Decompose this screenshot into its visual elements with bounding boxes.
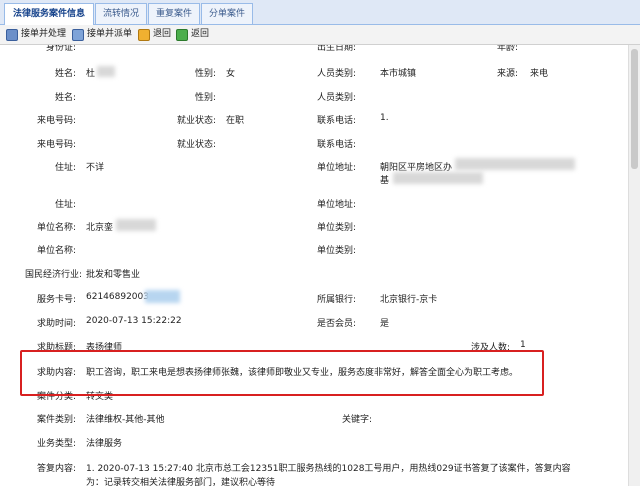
member-label: 是否会员: <box>316 319 356 329</box>
person-type-label: 人员类别: <box>316 69 356 79</box>
tab-split[interactable]: 分单案件 <box>201 3 253 24</box>
contact-phone-label-2: 联系电话: <box>316 140 356 150</box>
company-address-label: 单位地址: <box>316 163 356 173</box>
bank-value: 北京银行-京卡 <box>380 295 438 305</box>
name-label-2: 姓名: <box>54 93 76 103</box>
dispatch-icon <box>72 28 84 41</box>
document-icon <box>6 28 18 41</box>
return-icon <box>138 28 150 41</box>
redaction <box>145 290 180 303</box>
company-address-value-2: 基 <box>380 176 390 186</box>
age-label: 年龄: <box>496 45 518 53</box>
redaction <box>393 172 483 184</box>
accept-dispatch-label: 接单并派单 <box>87 29 133 39</box>
company-type-label-2: 单位类别: <box>316 246 356 256</box>
go-back-button[interactable]: 返回 <box>176 27 209 42</box>
tab-flow[interactable]: 流转情况 <box>95 3 147 24</box>
company-name-label: 单位名称: <box>36 223 76 233</box>
company-name-label-2: 单位名称: <box>36 246 76 256</box>
service-card-label: 服务卡号: <box>36 295 76 305</box>
employment-status-value: 在职 <box>226 116 245 126</box>
highlight-box <box>20 350 544 396</box>
case-type-label: 案件类别: <box>36 415 76 425</box>
birthdate-label: 出生日期: <box>316 45 356 53</box>
vertical-scrollbar[interactable] <box>628 45 640 486</box>
gender-label-2: 性别: <box>194 93 216 103</box>
reply-content-label: 答复内容: <box>36 464 76 474</box>
name-value: 杜 <box>86 69 96 79</box>
return-back-label: 退回 <box>153 29 172 39</box>
bank-label: 所属银行: <box>316 295 356 305</box>
reply-content-value-2: 为：记录转交相关法律服务部门，建议积心等待 <box>86 478 276 486</box>
contact-phone-value: 1. <box>380 113 389 123</box>
company-address-label-2: 单位地址: <box>316 200 356 210</box>
gender-value: 女 <box>226 69 236 79</box>
accept-dispatch-button[interactable]: 接单并派单 <box>72 27 132 42</box>
industry-label: 国民经济行业: <box>24 270 82 280</box>
contact-phone-label: 联系电话: <box>316 116 356 126</box>
employment-status-label-2: 就业状态: <box>176 140 216 150</box>
service-card-value: 62146892003 <box>86 292 149 302</box>
address-value: 不详 <box>86 163 105 173</box>
accept-process-button[interactable]: 接单并处理 <box>6 27 66 42</box>
id-label: 身份证: <box>45 45 76 53</box>
person-type-label-2: 人员类别: <box>316 93 356 103</box>
name-label: 姓名: <box>54 69 76 79</box>
reply-content-value: 1. 2020-07-13 15:27:40 北京市总工会12351职工服务热线… <box>86 464 571 474</box>
redaction <box>97 66 115 77</box>
company-type-label: 单位类别: <box>316 223 356 233</box>
people-count-value: 1 <box>520 340 526 350</box>
address-label: 住址: <box>54 163 76 173</box>
redaction <box>116 219 156 231</box>
industry-value: 批发和零售业 <box>86 270 141 280</box>
accept-process-label: 接单并处理 <box>21 29 67 39</box>
keyword-label: 关键字: <box>341 415 372 425</box>
scrollbar-thumb[interactable] <box>631 49 638 169</box>
case-form: 身份证: 出生日期: 年龄: 姓名: 杜 性别: 女 人员类别: 本市城镇 来源… <box>0 45 628 486</box>
member-value: 是 <box>380 319 390 329</box>
source-value: 来电 <box>530 69 549 79</box>
business-type-label: 业务类型: <box>36 439 76 449</box>
tab-case-info[interactable]: 法律服务案件信息 <box>4 3 94 25</box>
person-type-value: 本市城镇 <box>380 69 417 79</box>
employment-status-label: 就业状态: <box>176 116 216 126</box>
redaction <box>455 158 575 170</box>
source-label: 来源: <box>496 69 518 79</box>
request-time-label: 求助时间: <box>36 319 76 329</box>
caller-number-label-2: 来电号码: <box>36 140 76 150</box>
company-name-value: 北京銮 <box>86 223 114 233</box>
back-arrow-icon <box>176 28 188 41</box>
caller-number-label: 来电号码: <box>36 116 76 126</box>
tab-duplicate[interactable]: 重复案件 <box>148 3 200 24</box>
case-type-value: 法律维权-其他-其他 <box>86 415 165 425</box>
tab-bar: 法律服务案件信息 流转情况 重复案件 分单案件 <box>0 0 640 25</box>
go-back-label: 返回 <box>191 29 210 39</box>
toolbar: 接单并处理 接单并派单 退回 返回 <box>0 25 640 45</box>
request-time-value: 2020-07-13 15:22:22 <box>86 316 182 326</box>
business-type-value: 法律服务 <box>86 439 123 449</box>
address-label-2: 住址: <box>54 200 76 210</box>
return-back-button[interactable]: 退回 <box>138 27 171 42</box>
gender-label: 性别: <box>194 69 216 79</box>
